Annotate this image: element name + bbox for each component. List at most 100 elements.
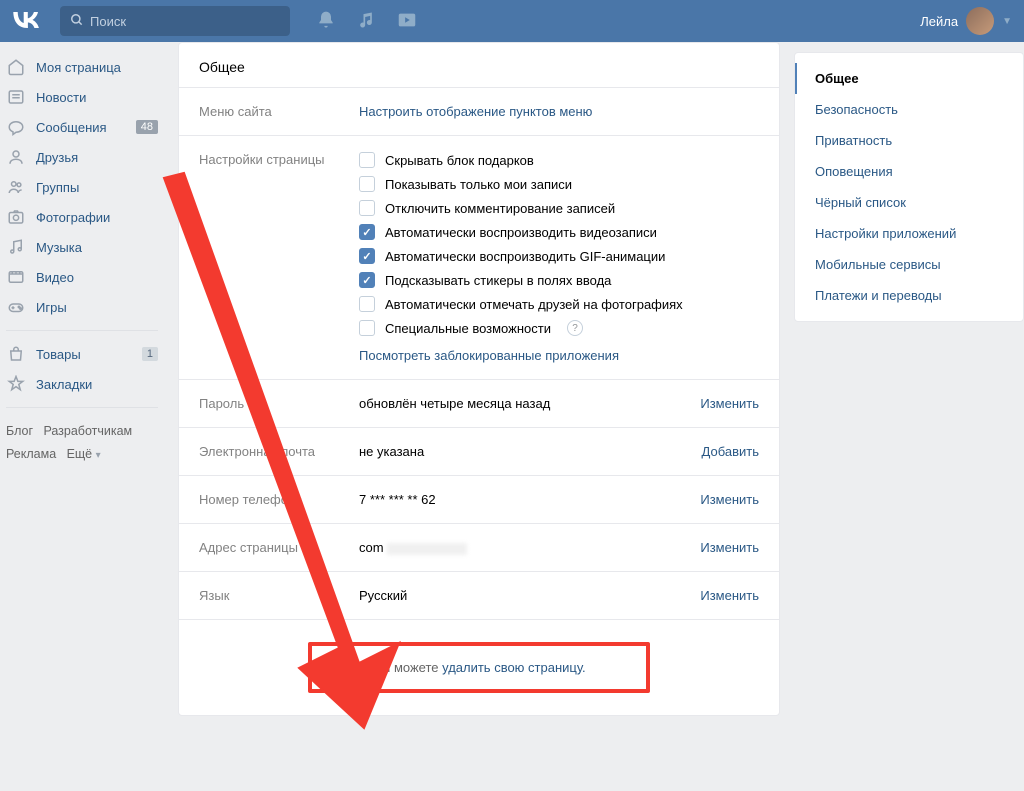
nav-separator [6,330,158,331]
nav-label: Новости [36,90,86,105]
nav-my-page[interactable]: Моя страница [0,52,164,82]
tab-privacy[interactable]: Приватность [795,125,1023,156]
check-hide-gifts[interactable]: Скрывать блок подарков [359,152,759,168]
layout: Моя страница Новости Сообщения 48 Друзья… [0,0,1024,746]
tab-security[interactable]: Безопасность [795,94,1023,125]
nav-friends[interactable]: Друзья [0,142,164,172]
avatar [966,7,994,35]
check-suggest-stickers[interactable]: Подсказывать стикеры в полях ввода [359,272,759,288]
tab-payments[interactable]: Платежи и переводы [795,280,1023,311]
page-title: Общее [179,43,779,88]
tab-notifications[interactable]: Оповещения [795,156,1023,187]
header-icons [316,9,418,34]
notifications-icon[interactable] [316,10,336,33]
nav-video[interactable]: Видео [0,262,164,292]
tab-app-settings[interactable]: Настройки приложений [795,218,1023,249]
footer-ads[interactable]: Реклама [6,447,56,461]
tab-blacklist[interactable]: Чёрный список [795,187,1023,218]
nav-music[interactable]: Музыка [0,232,164,262]
check-accessibility[interactable]: Специальные возможности? [359,320,759,336]
games-icon [6,297,26,317]
checkbox-icon [359,248,375,264]
content: Общее Меню сайта Настроить отображение п… [178,42,780,716]
row-site-menu: Меню сайта Настроить отображение пунктов… [179,88,779,136]
delete-prefix: Вы можете [372,660,442,675]
row-email: Электронная почта не указана Добавить [179,428,779,476]
header-inner: Лейла ▼ [12,6,1012,36]
row-phone: Номер телефона 7 *** *** ** 62 Изменить [179,476,779,524]
change-address-link[interactable]: Изменить [700,540,759,555]
chevron-down-icon: ▼ [1002,16,1012,27]
header-user[interactable]: Лейла ▼ [920,7,1012,35]
nav-badge: 48 [136,120,158,134]
search-icon [70,13,84,30]
checkbox-icon [359,152,375,168]
music-icon [6,237,26,257]
setting-value: Русский [359,588,700,603]
check-autotag-friends[interactable]: Автоматически отмечать друзей на фотогра… [359,296,759,312]
change-password-link[interactable]: Изменить [700,396,759,411]
search-box[interactable] [60,6,290,36]
nav-news[interactable]: Новости [0,82,164,112]
footer-more[interactable]: Ещё ▾ [67,447,101,461]
checklist: Скрывать блок подарков Показывать только… [359,152,759,336]
header: Лейла ▼ [0,0,1024,42]
checkbox-icon [359,320,375,336]
nav-label: Друзья [36,150,78,165]
music-icon[interactable] [356,10,376,33]
check-label: Скрывать блок подарков [385,153,534,168]
check-only-my-posts[interactable]: Показывать только мои записи [359,176,759,192]
nav-label: Группы [36,180,79,195]
check-disable-comments[interactable]: Отключить комментирование записей [359,200,759,216]
footer-devs[interactable]: Разработчикам [43,424,132,438]
vk-logo-icon[interactable] [12,8,52,34]
help-icon[interactable]: ? [567,320,583,336]
nav-label: Моя страница [36,60,121,75]
nav-label: Игры [36,300,67,315]
delete-highlight: Вы можете удалить свою страницу. [308,642,649,693]
nav-photos[interactable]: Фотографии [0,202,164,232]
video-icon[interactable] [396,9,418,34]
nav-badge: 1 [142,347,158,361]
blocked-apps-link[interactable]: Посмотреть заблокированные приложения [359,348,759,363]
row-page-settings: Настройки страницы Скрывать блок подарко… [179,136,779,380]
setting-label: Электронная почта [199,444,359,459]
change-phone-link[interactable]: Изменить [700,492,759,507]
setting-label: Язык [199,588,359,603]
checkbox-icon [359,224,375,240]
row-password: Пароль обновлён четыре месяца назад Изме… [179,380,779,428]
photos-icon [6,207,26,227]
tab-mobile[interactable]: Мобильные сервисы [795,249,1023,280]
checkbox-icon [359,176,375,192]
checkbox-icon [359,200,375,216]
footer-blog[interactable]: Блог [6,424,33,438]
check-label: Автоматически воспроизводить видеозаписи [385,225,657,240]
add-email-link[interactable]: Добавить [702,444,759,459]
nav-messages[interactable]: Сообщения 48 [0,112,164,142]
tab-general[interactable]: Общее [795,63,1023,94]
checkbox-icon [359,296,375,312]
check-autoplay-video[interactable]: Автоматически воспроизводить видеозаписи [359,224,759,240]
check-autoplay-gif[interactable]: Автоматически воспроизводить GIF-анимаци… [359,248,759,264]
setting-label: Адрес страницы [199,540,359,555]
nav-groups[interactable]: Группы [0,172,164,202]
setting-value: не указана [359,444,702,459]
video-icon [6,267,26,287]
home-icon [6,57,26,77]
nav-games[interactable]: Игры [0,292,164,322]
nav-label: Фотографии [36,210,110,225]
nav-market[interactable]: Товары 1 [0,339,164,369]
setting-label: Номер телефона [199,492,359,507]
bookmarks-icon [6,374,26,394]
nav-bookmarks[interactable]: Закладки [0,369,164,399]
change-language-link[interactable]: Изменить [700,588,759,603]
check-label: Автоматически отмечать друзей на фотогра… [385,297,683,312]
nav-separator [6,407,158,408]
check-label: Специальные возможности [385,321,551,336]
footer-links: Блог Разработчикам Реклама Ещё ▾ [0,416,164,469]
delete-page-link[interactable]: удалить свою страницу. [442,660,586,675]
search-input[interactable] [90,14,280,29]
nav-label: Музыка [36,240,82,255]
configure-menu-link[interactable]: Настроить отображение пунктов меню [359,104,592,119]
check-label: Отключить комментирование записей [385,201,615,216]
